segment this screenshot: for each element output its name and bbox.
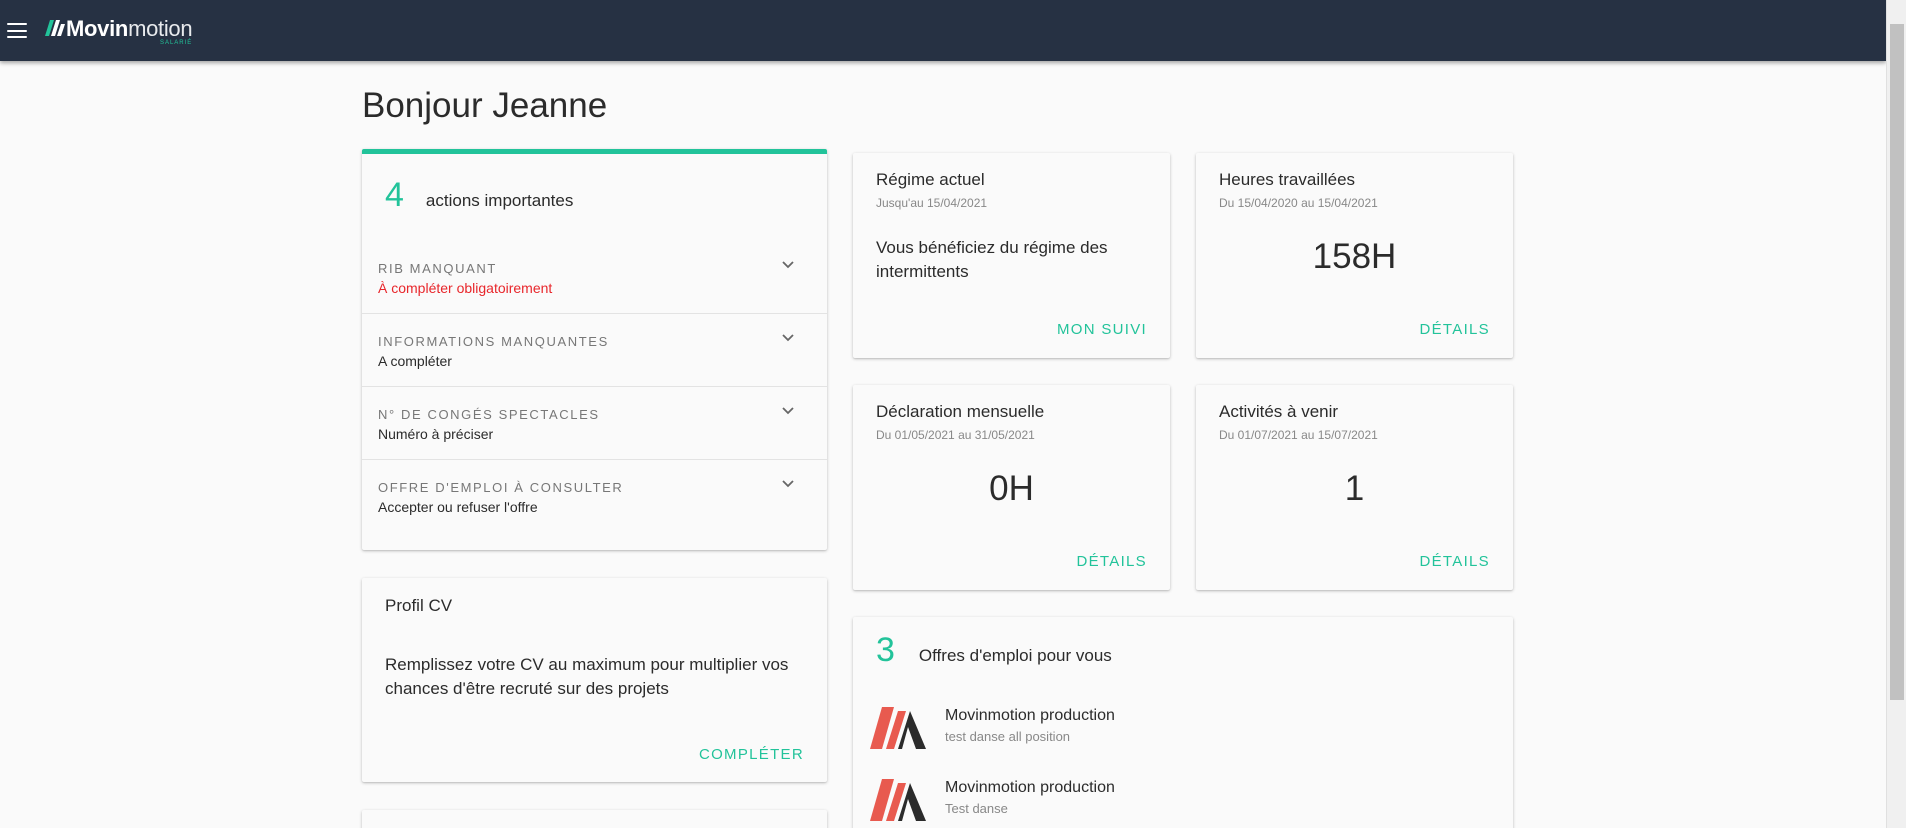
action-item-informations[interactable]: INFORMATIONS MANQUANTES A compléter: [362, 314, 827, 387]
page-title: Bonjour Jeanne: [362, 86, 608, 125]
company-name: Movinmotion production: [945, 779, 1115, 796]
job-title: test danse all position: [945, 729, 1071, 744]
actions-count: 4: [385, 176, 404, 214]
regime-card: Régime actuel Jusqu'au 15/04/2021 Vous b…: [853, 153, 1170, 358]
action-label: INFORMATIONS MANQUANTES: [378, 334, 609, 349]
job-offer-item[interactable]: Movinmotion production Test danse: [868, 777, 1488, 828]
action-item-rib[interactable]: RIB MANQUANT À compléter obligatoirement: [362, 241, 827, 314]
logo-mark-icon: [45, 19, 65, 36]
heures-date: Du 15/04/2020 au 15/04/2021: [1219, 196, 1378, 210]
important-actions-card: 4 actions importantes RIB MANQUANT À com…: [362, 149, 827, 550]
chevron-down-icon[interactable]: [782, 407, 794, 415]
declaration-card: Déclaration mensuelle Du 01/05/2021 au 3…: [853, 385, 1170, 590]
regime-text: Vous bénéficiez du régime des intermitte…: [876, 238, 1108, 281]
action-label: N° DE CONGÉS SPECTACLES: [378, 407, 600, 422]
regime-title: Régime actuel: [876, 170, 985, 189]
activites-title: Activités à venir: [1219, 402, 1339, 421]
logo-subtitle: SALARIÉ: [159, 39, 193, 46]
chevron-down-icon[interactable]: [782, 334, 794, 342]
declaration-date: Du 01/05/2021 au 31/05/2021: [876, 428, 1035, 442]
company-logo-icon: [870, 779, 926, 821]
heures-details-link[interactable]: DÉTAILS: [1419, 321, 1490, 338]
action-status: A compléter: [378, 353, 452, 369]
page-scrollbar[interactable]: [1886, 0, 1906, 828]
heures-card: Heures travaillées Du 15/04/2020 au 15/0…: [1196, 153, 1513, 358]
action-label: RIB MANQUANT: [378, 261, 497, 276]
offers-count: 3: [876, 631, 895, 669]
offers-title: Offres d'emploi pour vous: [918, 646, 1112, 665]
action-item-offre[interactable]: OFFRE D'EMPLOI À CONSULTER Accepter ou r…: [362, 460, 827, 533]
job-offer-item[interactable]: Movinmotion production test danse all po…: [868, 705, 1488, 761]
chevron-down-icon[interactable]: [782, 261, 794, 269]
heures-value: 158H: [1312, 237, 1397, 276]
logo-text-light: motion: [128, 15, 193, 41]
actions-title: actions importantes: [425, 191, 574, 210]
activites-card: Activités à venir Du 01/07/2021 au 15/07…: [1196, 385, 1513, 590]
top-navbar: Movin motion SALARIÉ: [0, 0, 1886, 61]
action-status: À compléter obligatoirement: [378, 280, 553, 296]
activites-date: Du 01/07/2021 au 15/07/2021: [1219, 428, 1378, 442]
logo-text-bold: Movin: [66, 15, 129, 41]
mon-suivi-link[interactable]: MON SUIVI: [1057, 321, 1147, 338]
profil-title: Profil CV: [385, 596, 453, 615]
job-title: Test danse: [945, 801, 1008, 816]
action-item-conges[interactable]: N° DE CONGÉS SPECTACLES Numéro à précise…: [362, 387, 827, 460]
declaration-title: Déclaration mensuelle: [876, 402, 1045, 421]
chevron-down-icon[interactable]: [782, 480, 794, 488]
scrollbar-thumb[interactable]: [1890, 24, 1904, 700]
action-status: Numéro à préciser: [378, 426, 494, 442]
regime-date: Jusqu'au 15/04/2021: [876, 196, 988, 210]
app-logo[interactable]: Movin motion SALARIÉ: [45, 15, 193, 46]
declaration-value: 0H: [989, 469, 1034, 508]
completer-link[interactable]: COMPLÉTER: [699, 746, 804, 763]
hamburger-menu-icon[interactable]: [7, 23, 27, 38]
company-name: Movinmotion production: [945, 707, 1115, 724]
job-offers-card: 3 Offres d'emploi pour vous Movinmotion …: [853, 617, 1513, 828]
action-status: Accepter ou refuser l'offre: [378, 499, 538, 515]
company-logo-icon: [870, 707, 926, 749]
activites-details-link[interactable]: DÉTAILS: [1419, 553, 1490, 570]
next-card: [362, 810, 827, 828]
profil-cv-card: Profil CV Remplissez votre CV au maximum…: [362, 578, 827, 782]
action-label: OFFRE D'EMPLOI À CONSULTER: [378, 480, 624, 495]
declaration-details-link[interactable]: DÉTAILS: [1076, 553, 1147, 570]
profil-text: Remplissez votre CV au maximum pour mult…: [385, 655, 789, 698]
heures-title: Heures travaillées: [1219, 170, 1356, 189]
activites-value: 1: [1344, 469, 1365, 508]
